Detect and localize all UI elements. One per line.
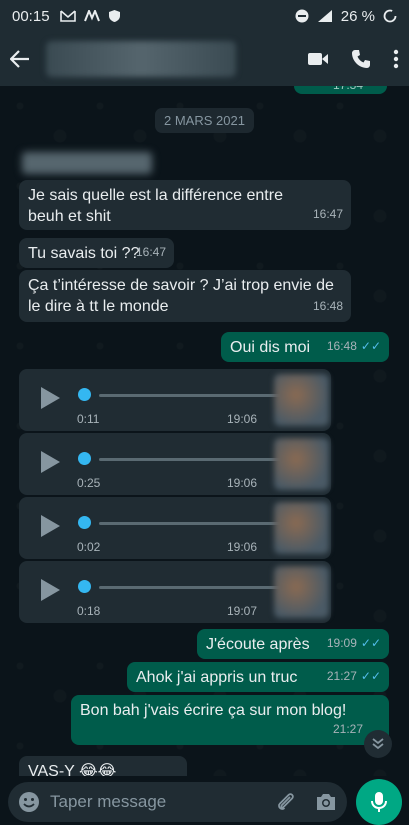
message-meta: 21:27 ✓✓ [327,666,381,687]
shield-icon [108,10,120,22]
voice-note[interactable]: 0:18 19:07 [19,561,331,623]
attach-icon[interactable] [275,791,297,813]
voice-duration: 0:25 [77,476,101,490]
message-bubble-outgoing[interactable]: Oui dis moi 16:48 ✓✓ [221,332,389,362]
camera-icon[interactable] [315,792,337,812]
voice-duration: 0:02 [77,540,101,554]
audio-seek-handle[interactable] [78,388,91,401]
message-input[interactable] [50,792,275,812]
chat-area[interactable]: 17:34 2 MARS 2021 Je sais quelle est la … [0,86,409,776]
message-bubble-incoming[interactable]: Tu savais toi ?? 16:47 [19,238,174,268]
play-icon[interactable] [39,514,61,538]
sender-avatar-blurred [274,502,329,554]
app-m-icon [83,10,100,22]
scroll-to-bottom-button[interactable] [364,730,392,758]
message-time: 21:27 [332,722,363,736]
message-text: J'écoute après [206,636,310,653]
sender-avatar-blurred [274,438,329,490]
audio-progress-track[interactable] [99,522,284,525]
message-text: Ça t’intéresse de savoir ? J’ai trop env… [28,277,334,315]
audio-seek-handle[interactable] [78,516,91,529]
sender-avatar-blurred [274,374,329,426]
status-right: 26 % [295,8,397,25]
message-input-bar [8,782,347,822]
contact-name-blurred[interactable] [46,41,236,77]
message-text: Bon bah j'vais écrire ça sur mon blog! [80,702,347,719]
audio-seek-handle[interactable] [78,452,91,465]
play-icon[interactable] [39,578,61,602]
message-time: 19:06 [227,540,258,554]
voice-note[interactable]: 0:25 19:06 [19,433,331,495]
message-time: 19:06 [227,412,258,426]
message-meta: 19:09 ✓✓ [327,633,381,654]
read-receipt-icon: ✓✓ [360,669,381,683]
audio-progress-track[interactable] [99,394,284,397]
message-time: 16:47 [312,207,343,221]
previous-message-bubble[interactable]: 17:34 [294,86,387,94]
status-bar: 00:15 26 % [0,0,409,32]
message-time: 21:27 [326,669,357,683]
audio-progress-track[interactable] [99,458,284,461]
microphone-icon [371,792,387,812]
video-call-icon[interactable] [307,51,329,67]
more-options-icon[interactable] [393,49,399,69]
message-time: 16:48 [326,339,357,353]
header-actions [307,49,399,69]
read-receipt-icon: ✓✓ [360,339,381,353]
message-meta: 16:48 ✓✓ [327,336,381,357]
message-text: VAS-Y 😂😂 [28,763,117,776]
message-time: 16:47 [135,245,166,259]
voice-call-icon[interactable] [351,49,371,69]
status-left-icons [59,9,121,23]
audio-seek-handle[interactable] [78,580,91,593]
message-time: 19:07 [227,604,258,618]
battery-saver-icon [383,9,397,23]
voice-record-button[interactable] [356,779,402,825]
message-text: Tu savais toi ?? [28,245,140,262]
emoji-icon[interactable] [18,791,40,813]
voice-duration: 0:11 [77,412,100,426]
play-icon[interactable] [39,450,61,474]
message-bubble-incoming[interactable]: VAS-Y 😂😂 [19,756,187,776]
chat-header [0,32,409,86]
sender-name-blurred [22,152,152,174]
read-receipt-icon: ✓✓ [360,636,381,650]
message-text: Je sais quelle est la différence entre b… [28,187,283,225]
message-bubble-outgoing[interactable]: J'écoute après 19:09 ✓✓ [197,629,389,659]
play-icon[interactable] [39,386,61,410]
message-text: Ahok j'ai appris un truc [136,669,298,686]
date-divider: 2 MARS 2021 [155,108,254,133]
message-time: 16:48 [312,299,343,313]
back-arrow-icon[interactable] [10,50,30,68]
voice-note[interactable]: 0:02 19:06 [19,497,331,559]
sender-avatar-blurred [274,566,329,618]
message-time: 19:09 [326,636,357,650]
dnd-icon [295,9,309,23]
battery-percent: 26 % [340,7,375,25]
message-time: 17:34 [333,86,363,96]
audio-progress-track[interactable] [99,586,284,589]
message-bubble-incoming[interactable]: Ça t’intéresse de savoir ? J’ai trop env… [19,270,351,322]
message-bubble-outgoing[interactable]: Ahok j'ai appris un truc 21:27 ✓✓ [127,662,389,692]
voice-note[interactable]: 0:11 19:06 [19,369,331,431]
voice-duration: 0:18 [77,604,101,618]
message-bubble-outgoing[interactable]: Bon bah j'vais écrire ça sur mon blog! 2… [71,695,389,745]
signal-icon [317,10,332,22]
double-chevron-down-icon [372,738,384,750]
message-text: Oui dis moi [230,339,311,356]
status-time: 00:15 [12,7,50,25]
gmail-icon [59,10,76,22]
message-bubble-incoming[interactable]: Je sais quelle est la différence entre b… [19,180,351,230]
message-time: 19:06 [227,476,258,490]
